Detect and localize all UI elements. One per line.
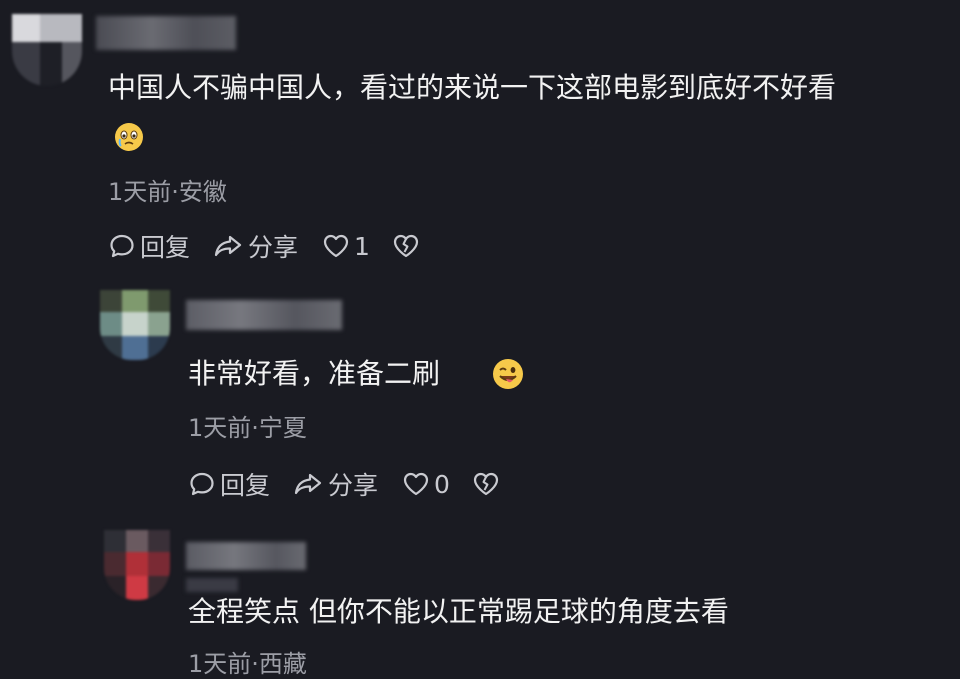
dislike-button[interactable] — [392, 233, 420, 259]
share-button[interactable]: 分享 — [292, 466, 378, 502]
comment-bubble-icon — [188, 470, 216, 498]
winking-tongue-face-emoji — [492, 358, 524, 394]
reply-label: 回复 — [140, 233, 191, 262]
comment-actions: 回复 分享 0 — [188, 466, 500, 502]
comment-text: 中国人不骗中国人，看过的来说一下这部电影到底好不好看 — [108, 71, 837, 104]
comment-actions: 回复 分享 1 — [108, 228, 420, 264]
dislike-button[interactable] — [472, 471, 500, 497]
heart-icon — [322, 233, 350, 259]
comment-bubble-icon — [108, 232, 136, 260]
like-button[interactable]: 0 — [402, 470, 450, 499]
share-label: 分享 — [328, 471, 379, 500]
comment-meta: 1天前·安徽 — [108, 178, 227, 206]
like-count: 1 — [354, 231, 370, 261]
share-arrow-icon — [212, 232, 244, 260]
heart-icon — [402, 471, 430, 497]
username-blurred — [96, 16, 236, 50]
like-button[interactable]: 1 — [322, 232, 370, 261]
comment-meta: 1天前·宁夏 — [188, 414, 307, 442]
comment-meta: 1天前·西藏 — [188, 650, 307, 678]
badge-blurred — [186, 578, 238, 592]
share-label: 分享 — [248, 233, 299, 262]
comment-text-content: 非常好看，准备二刷 — [188, 357, 441, 390]
broken-heart-icon — [472, 471, 500, 497]
reply-button[interactable]: 回复 — [188, 466, 270, 502]
share-arrow-icon — [292, 470, 324, 498]
like-count: 0 — [434, 469, 450, 499]
share-button[interactable]: 分享 — [212, 228, 298, 264]
broken-heart-icon — [392, 233, 420, 259]
crying-face-emoji — [114, 122, 144, 156]
username-blurred — [186, 300, 342, 330]
comment-text: 非常好看，准备二刷 — [188, 356, 440, 392]
comment-text: 全程笑点 但你不能以正常踢足球的角度去看 — [188, 595, 729, 628]
avatar[interactable] — [12, 14, 82, 86]
avatar[interactable] — [104, 530, 170, 600]
username-blurred — [186, 542, 306, 570]
reply-label: 回复 — [220, 471, 271, 500]
avatar[interactable] — [100, 290, 170, 360]
reply-button[interactable]: 回复 — [108, 228, 190, 264]
